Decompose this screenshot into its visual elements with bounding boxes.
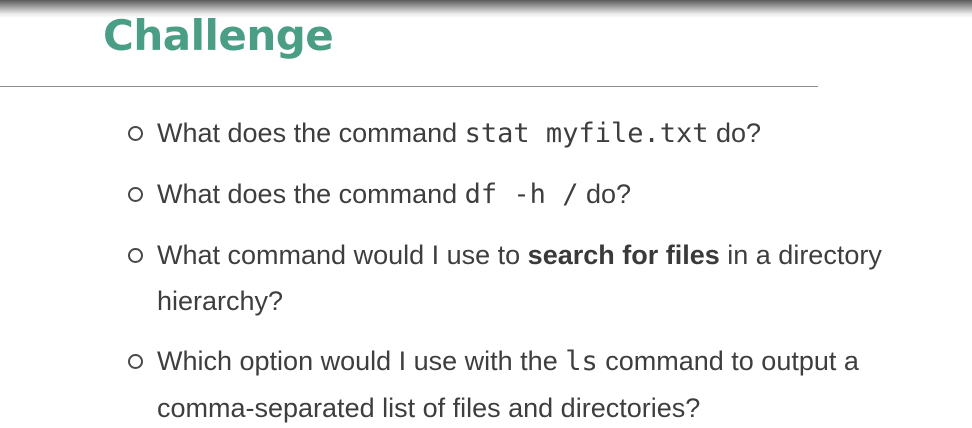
bullet-item-stat: What does the command stat myfile.txt do… (128, 110, 938, 157)
hollow-circle-bullet-icon (128, 187, 143, 202)
bullet-text: What does the command (157, 179, 465, 209)
inline-code: stat myfile.txt (464, 118, 709, 149)
bullet-text: What command would I use to (157, 240, 528, 270)
title-divider (0, 86, 818, 87)
bullet-text: What does the command (157, 118, 465, 148)
hollow-circle-bullet-icon (128, 248, 143, 263)
inline-code: df -h / (464, 179, 579, 210)
hollow-circle-bullet-icon (128, 354, 143, 369)
bullet-text: do? (578, 179, 632, 209)
inline-code: ls (565, 346, 598, 377)
slide-title: Challenge (103, 11, 334, 60)
bold-phrase: search for files (527, 240, 720, 270)
bullet-item-df: What does the command df -h / do? (128, 171, 938, 218)
bullet-text: do? (708, 118, 762, 148)
bullet-list: What does the command stat myfile.txt do… (128, 110, 938, 428)
hollow-circle-bullet-icon (128, 126, 143, 141)
bullet-item-search: What command would I use to search for f… (128, 232, 938, 324)
bullet-item-ls: Which option would I use with the ls com… (128, 338, 938, 428)
bullet-text: Which option would I use with the (157, 346, 566, 376)
